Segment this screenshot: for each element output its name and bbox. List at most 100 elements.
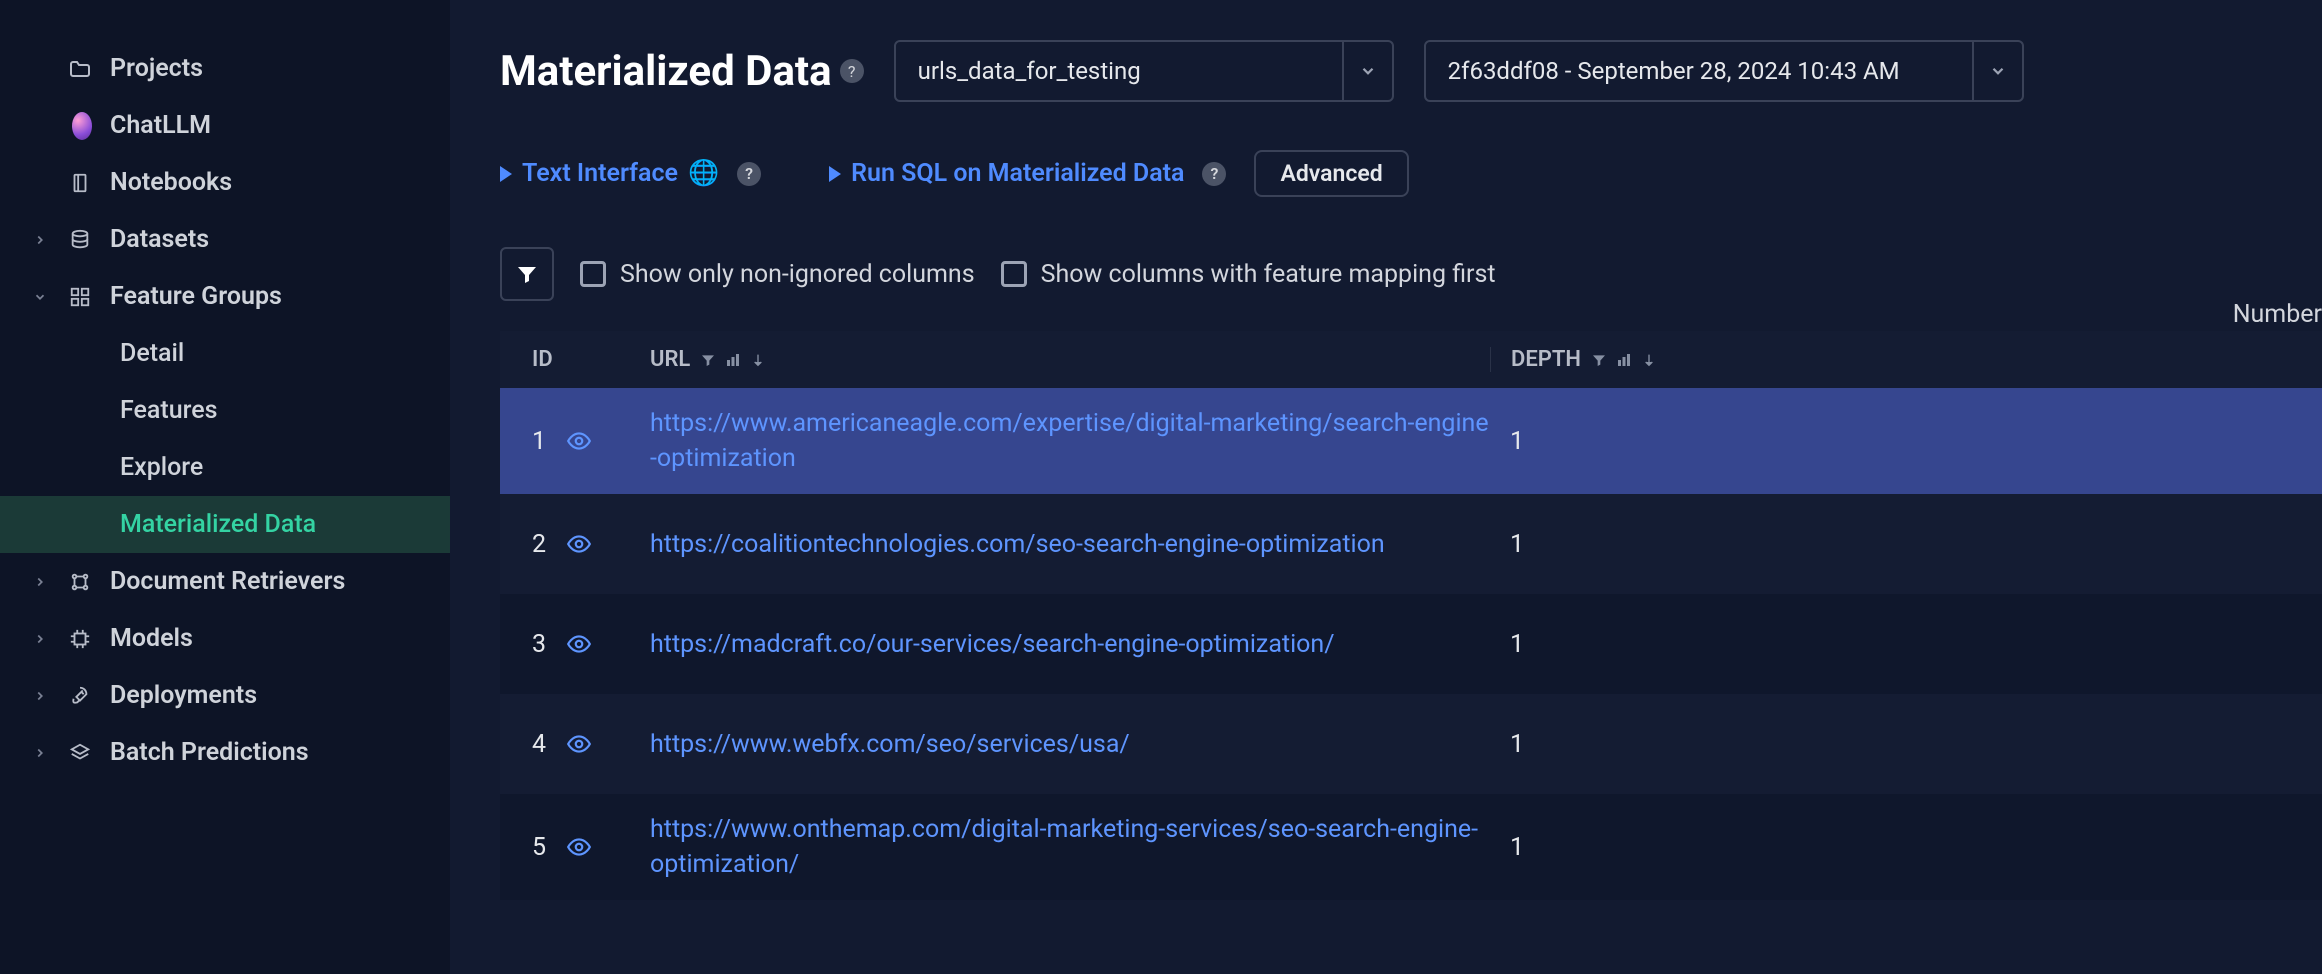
row-id: 4 <box>532 730 546 759</box>
sidebar-label: ChatLLM <box>110 111 211 140</box>
chevron-down-icon <box>30 290 50 304</box>
eye-icon[interactable] <box>566 531 592 557</box>
table-row[interactable]: 1 https://www.americaneagle.com/expertis… <box>500 388 2322 494</box>
row-id: 5 <box>532 833 546 862</box>
row-url[interactable]: https://www.webfx.com/seo/services/usa/ <box>650 727 1130 762</box>
page-title: Materialized Data <box>500 47 832 96</box>
table-row[interactable]: 4 https://www.webfx.com/seo/services/usa… <box>500 694 2322 794</box>
version-select[interactable]: 2f63ddf08 - September 28, 2024 10:43 AM <box>1424 40 2024 102</box>
sidebar-item-document-retrievers[interactable]: Document Retrievers <box>0 553 450 610</box>
sidebar-sub-detail[interactable]: Detail <box>0 325 450 382</box>
checkbox-label: Show only non-ignored columns <box>620 260 975 289</box>
sidebar-item-batch-predictions[interactable]: Batch Predictions <box>0 724 450 781</box>
bar-chart-icon[interactable] <box>724 351 742 369</box>
sidebar-sub-explore[interactable]: Explore <box>0 439 450 496</box>
truncated-label: Number <box>2233 300 2322 329</box>
sidebar-item-deployments[interactable]: Deployments <box>0 667 450 724</box>
layers-icon <box>68 742 92 764</box>
sidebar-label: Projects <box>110 54 203 83</box>
sidebar: Projects ChatLLM Notebooks Datasets <box>0 0 450 974</box>
chevron-right-icon <box>30 575 50 589</box>
sidebar-item-workspace[interactable]: ChatLLM <box>0 97 450 154</box>
sidebar-label: Materialized Data <box>120 510 316 539</box>
sidebar-item-feature-groups[interactable]: Feature Groups <box>0 268 450 325</box>
table-row[interactable]: 2 https://coalitiontechnologies.com/seo-… <box>500 494 2322 594</box>
database-icon <box>68 229 92 251</box>
sidebar-item-projects[interactable]: Projects <box>0 40 450 97</box>
advanced-button[interactable]: Advanced <box>1254 150 1408 197</box>
sidebar-item-models[interactable]: Models <box>0 610 450 667</box>
data-table: ID URL DEPTH <box>500 331 2322 900</box>
sidebar-sub-features[interactable]: Features <box>0 382 450 439</box>
row-depth: 1 <box>1510 833 1524 862</box>
column-label: URL <box>650 347 690 372</box>
table-row[interactable]: 3 https://madcraft.co/our-services/searc… <box>500 594 2322 694</box>
funnel-icon[interactable] <box>1591 352 1607 368</box>
notebook-icon <box>68 172 92 194</box>
dataset-select-value: urls_data_for_testing <box>896 42 1342 100</box>
checkbox-icon <box>580 261 606 287</box>
row-depth: 1 <box>1510 730 1524 759</box>
chip-icon <box>68 628 92 650</box>
version-select-value: 2f63ddf08 - September 28, 2024 10:43 AM <box>1426 42 1972 100</box>
help-icon[interactable]: ? <box>737 162 761 186</box>
checkbox-feature-first[interactable]: Show columns with feature mapping first <box>1001 260 1496 289</box>
row-id: 2 <box>532 530 546 559</box>
bar-chart-icon[interactable] <box>1615 351 1633 369</box>
eye-icon[interactable] <box>566 731 592 757</box>
checkbox-icon <box>1001 261 1027 287</box>
chevron-down-icon[interactable] <box>1972 42 2022 100</box>
avatar-icon <box>68 112 92 140</box>
filter-button[interactable] <box>500 247 554 301</box>
row-url[interactable]: https://www.onthemap.com/digital-marketi… <box>650 812 1490 882</box>
row-depth: 1 <box>1510 530 1524 559</box>
chevron-down-icon[interactable] <box>1342 42 1392 100</box>
globe-icon: 🌐 <box>688 159 719 188</box>
text-interface-link[interactable]: Text Interface 🌐 ? <box>500 159 761 188</box>
sidebar-label: Document Retrievers <box>110 567 345 596</box>
link-label: Run SQL on Materialized Data <box>851 159 1184 188</box>
sidebar-item-datasets[interactable]: Datasets <box>0 211 450 268</box>
row-depth: 1 <box>1510 427 1524 456</box>
sidebar-label: Explore <box>120 453 203 482</box>
row-url[interactable]: https://www.americaneagle.com/expertise/… <box>650 406 1490 476</box>
link-label: Text Interface <box>522 159 678 188</box>
play-icon <box>829 166 841 182</box>
column-label: DEPTH <box>1511 347 1581 372</box>
column-header-url[interactable]: URL <box>650 347 1490 372</box>
dataset-select[interactable]: urls_data_for_testing <box>894 40 1394 102</box>
sidebar-label: Datasets <box>110 225 209 254</box>
arrow-down-icon[interactable] <box>750 352 766 368</box>
eye-icon[interactable] <box>566 428 592 454</box>
help-icon[interactable]: ? <box>1202 162 1226 186</box>
sidebar-label: Features <box>120 396 217 425</box>
checkbox-label: Show columns with feature mapping first <box>1041 260 1496 289</box>
table-row[interactable]: 5 https://www.onthemap.com/digital-marke… <box>500 794 2322 900</box>
sidebar-label: Feature Groups <box>110 282 282 311</box>
sidebar-item-notebooks[interactable]: Notebooks <box>0 154 450 211</box>
row-id: 1 <box>532 427 546 456</box>
sidebar-label: Models <box>110 624 193 653</box>
funnel-icon[interactable] <box>700 352 716 368</box>
chevron-right-icon <box>30 233 50 247</box>
sidebar-label: Detail <box>120 339 184 368</box>
chevron-right-icon <box>30 689 50 703</box>
eye-icon[interactable] <box>566 834 592 860</box>
retriever-icon <box>68 571 92 593</box>
row-url[interactable]: https://coalitiontechnologies.com/seo-se… <box>650 527 1385 562</box>
chevron-right-icon <box>30 632 50 646</box>
sidebar-sub-materialized[interactable]: Materialized Data <box>0 496 450 553</box>
column-header-id[interactable]: ID <box>500 347 650 372</box>
play-icon <box>500 166 512 182</box>
button-label: Advanced <box>1280 160 1382 187</box>
sidebar-label: Deployments <box>110 681 257 710</box>
row-id: 3 <box>532 630 546 659</box>
checkbox-non-ignored[interactable]: Show only non-ignored columns <box>580 260 975 289</box>
help-icon[interactable]: ? <box>840 59 864 83</box>
column-header-depth[interactable]: DEPTH <box>1490 347 1790 372</box>
arrow-down-icon[interactable] <box>1641 352 1657 368</box>
row-url[interactable]: https://madcraft.co/our-services/search-… <box>650 627 1335 662</box>
eye-icon[interactable] <box>566 631 592 657</box>
run-sql-link[interactable]: Run SQL on Materialized Data ? <box>829 159 1226 188</box>
sidebar-label: Notebooks <box>110 168 232 197</box>
